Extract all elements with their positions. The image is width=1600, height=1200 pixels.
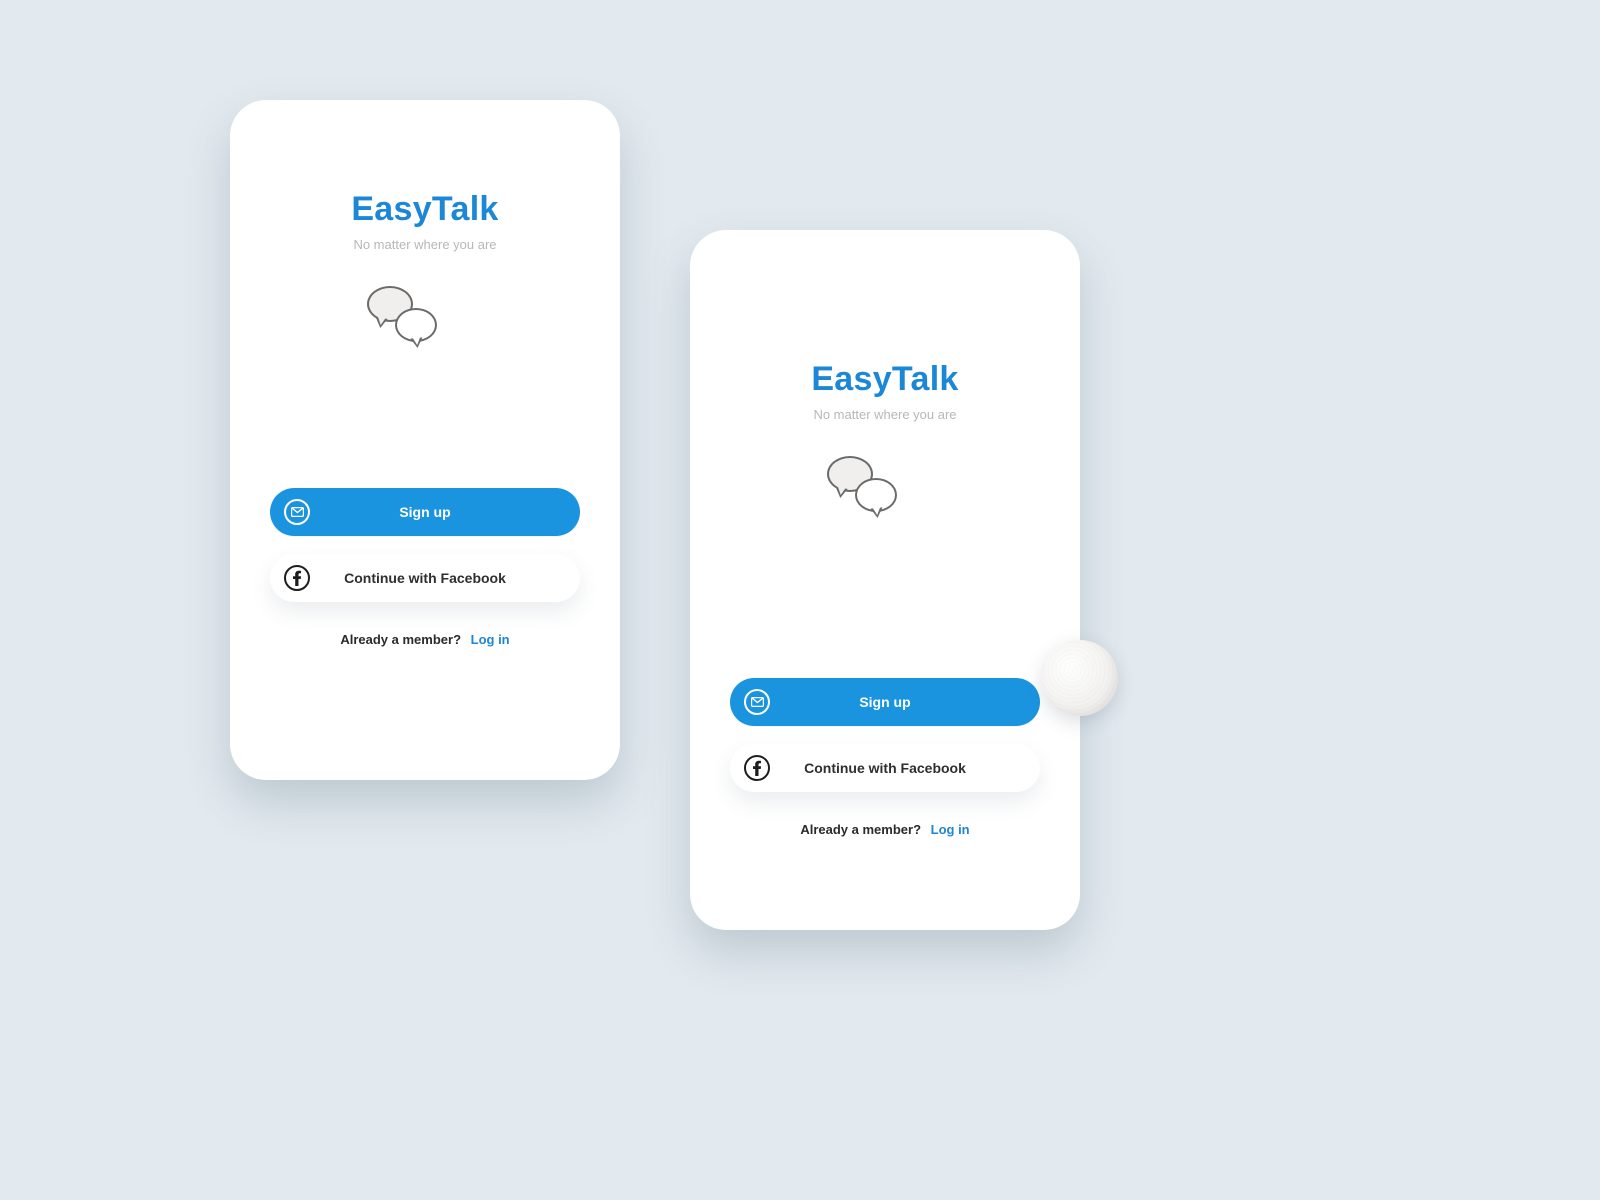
- facebook-icon: [744, 755, 770, 781]
- login-row: Already a member? Log in: [800, 822, 969, 837]
- brand-block: EasyTalk No matter where you are: [351, 190, 498, 358]
- envelope-icon: [284, 499, 310, 525]
- thumb-touch-indicator: [1042, 640, 1118, 716]
- actions: Sign up Continue with Facebook: [270, 488, 580, 602]
- login-link[interactable]: Log in: [931, 822, 970, 837]
- chat-bubbles-icon: [811, 448, 911, 528]
- signup-button-label: Sign up: [859, 694, 910, 710]
- brand-block: EasyTalk No matter where you are: [811, 360, 958, 528]
- facebook-icon: [284, 565, 310, 591]
- continue-with-facebook-button[interactable]: Continue with Facebook: [730, 744, 1040, 792]
- envelope-icon: [744, 689, 770, 715]
- login-prompt: Already a member?: [340, 632, 461, 647]
- signup-button[interactable]: Sign up: [270, 488, 580, 536]
- actions: Sign up Continue with Facebook: [730, 678, 1040, 792]
- facebook-button-label: Continue with Facebook: [344, 570, 506, 586]
- continue-with-facebook-button[interactable]: Continue with Facebook: [270, 554, 580, 602]
- onboarding-screen-with-touch: EasyTalk No matter where you are Sign up: [690, 230, 1080, 930]
- brand-tagline: No matter where you are: [811, 407, 958, 422]
- signup-button-label: Sign up: [399, 504, 450, 520]
- brand-title: EasyTalk: [351, 190, 498, 229]
- login-row: Already a member? Log in: [340, 632, 509, 647]
- brand-title: EasyTalk: [811, 360, 958, 399]
- signup-button[interactable]: Sign up: [730, 678, 1040, 726]
- chat-bubbles-icon: [351, 278, 451, 358]
- onboarding-screen: EasyTalk No matter where you are Sign up: [230, 100, 620, 780]
- login-prompt: Already a member?: [800, 822, 921, 837]
- brand-tagline: No matter where you are: [351, 237, 498, 252]
- login-link[interactable]: Log in: [471, 632, 510, 647]
- facebook-button-label: Continue with Facebook: [804, 760, 966, 776]
